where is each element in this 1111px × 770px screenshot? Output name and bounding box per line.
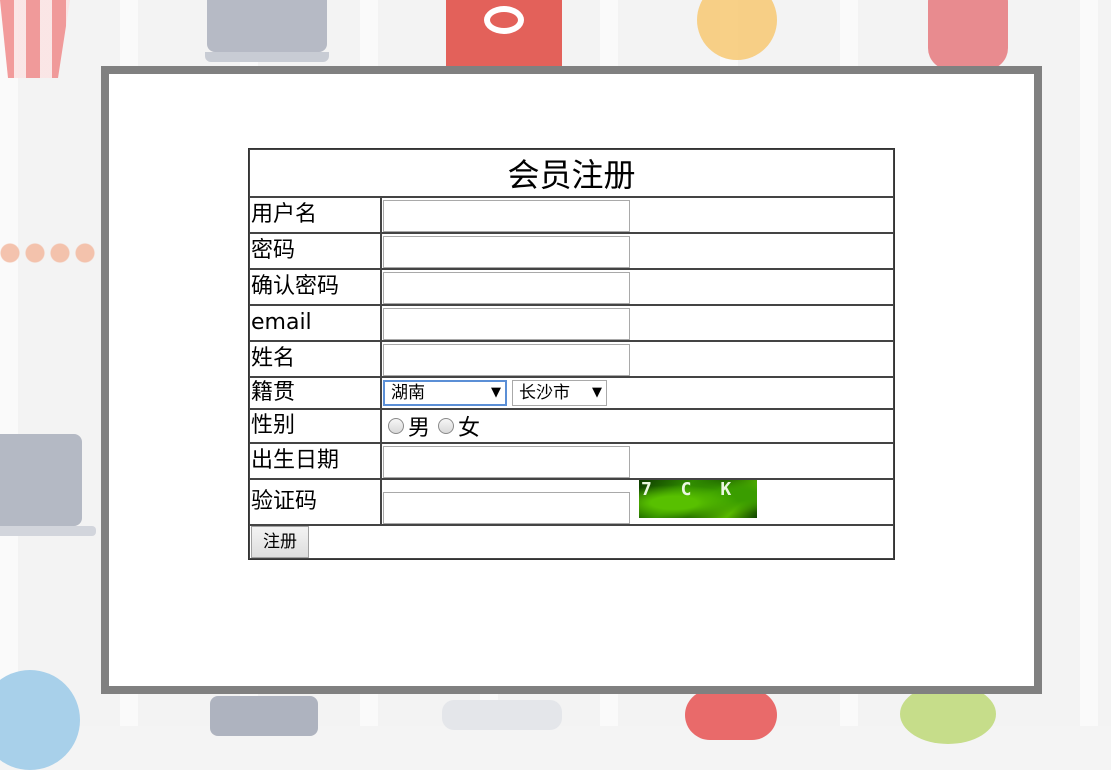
city-selected-value: 长沙市 [519,383,570,403]
chevron-down-icon: ▼ [592,385,602,400]
gender-label: 性别 [249,409,381,443]
captcha-image[interactable]: 7 C K x [639,480,757,518]
name-input[interactable] [383,343,630,376]
chevron-down-icon: ▼ [491,385,501,400]
radio-button-icon[interactable] [438,418,455,434]
confirm-password-label: 确认密码 [249,269,381,305]
gender-options: 男 女 [381,409,894,443]
tomato-icon [928,0,1008,70]
email-input[interactable] [383,307,630,340]
province-select[interactable]: 湖南 ▼ [383,380,507,406]
captcha-label: 验证码 [249,479,381,525]
password-input[interactable] [383,235,630,268]
email-label: email [249,305,381,341]
birthdate-label: 出生日期 [249,443,381,479]
cake-icon [0,235,100,271]
birthdate-input[interactable] [383,445,630,478]
province-selected-value: 湖南 [391,383,425,403]
camera-icon [210,696,318,736]
gift-bow-icon [484,6,524,34]
register-button[interactable]: 注册 [251,526,309,558]
registration-dialog: 会员注册 用户名 密码 确认密码 email 姓名 籍贯 湖南 ▼ 长沙市 ▼ … [101,66,1042,694]
monitor-stand-icon [205,52,329,62]
apple-icon [685,690,777,740]
origin-selects: 湖南 ▼ 长沙市 ▼ [381,377,894,409]
username-input[interactable] [383,199,630,232]
gender-female-label: 女 [458,416,481,441]
laptop-icon [0,434,82,526]
laptop-base-icon [0,526,96,536]
registration-form-table: 会员注册 用户名 密码 确认密码 email 姓名 籍贯 湖南 ▼ 长沙市 ▼ … [248,148,895,560]
gender-male-label: 男 [408,416,431,441]
gender-option-female[interactable]: 女 [438,410,480,442]
city-select[interactable]: 长沙市 ▼ [512,380,607,406]
popcorn-icon [0,0,70,78]
captcha-image-text: 7 C K x [641,480,757,500]
origin-label: 籍贯 [249,377,381,409]
username-label: 用户名 [249,197,381,233]
monitor-icon [207,0,327,52]
confirm-password-input[interactable] [383,271,630,304]
radio-button-icon[interactable] [388,418,404,434]
form-title: 会员注册 [249,149,894,197]
captcha-input[interactable] [383,492,630,524]
password-label: 密码 [249,233,381,269]
gender-option-male[interactable]: 男 [388,410,430,442]
name-label: 姓名 [249,341,381,377]
